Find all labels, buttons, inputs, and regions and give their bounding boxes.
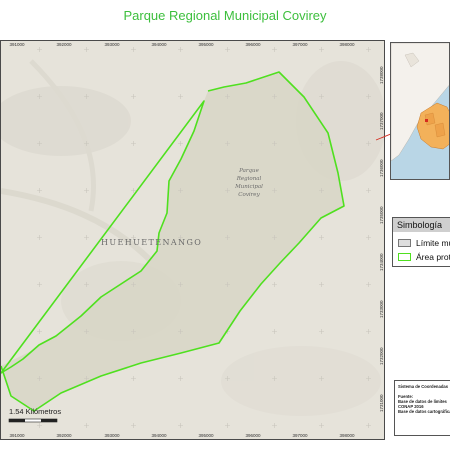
legend-item-limit: Límite municipal (398, 238, 450, 248)
legend-item-label: Límite municipal (416, 238, 450, 248)
inset-connector (375, 119, 426, 141)
inset-canvas (391, 43, 449, 179)
legend-item-area: Área protegida (398, 252, 450, 262)
legend-item-label: Área protegida (416, 252, 450, 262)
coordinate-system-label: Sistema de Coordenadas (398, 384, 449, 389)
locator-inset-map[interactable] (390, 42, 450, 180)
area-swatch (398, 253, 411, 261)
source-line: Base de datos cartográfica (398, 409, 450, 414)
sources-panel: Sistema de Coordenadas Fuente: Base de d… (394, 380, 450, 436)
legend-panel: Simbología Límite municipal Área protegi… (392, 217, 450, 267)
limit-swatch (398, 239, 411, 247)
legend-title: Simbología (393, 218, 450, 232)
inset-location-marker (425, 119, 428, 122)
